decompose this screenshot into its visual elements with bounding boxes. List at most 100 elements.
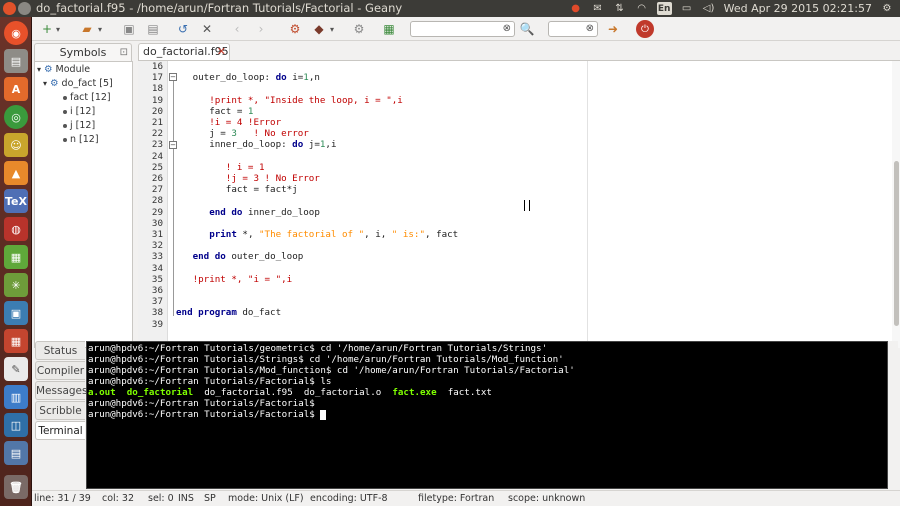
tab-compiler[interactable]: Compiler bbox=[35, 361, 85, 380]
tree-node-variable[interactable]: j [12] bbox=[63, 120, 95, 131]
code-line: j = 3 ! No error bbox=[176, 128, 309, 140]
code-line: end do inner_do_loop bbox=[209, 206, 320, 218]
module-icon: ⚙ bbox=[44, 64, 53, 75]
gimp-icon[interactable]: ☺ bbox=[4, 133, 28, 157]
status-scope: scope: unknown bbox=[508, 493, 586, 504]
color-chooser-icon[interactable]: ▦ bbox=[380, 20, 398, 38]
save-all-icon[interactable]: ▤ bbox=[144, 20, 162, 38]
dash-home-icon[interactable]: ◉ bbox=[4, 21, 28, 45]
texmaker-icon[interactable]: TeX bbox=[4, 189, 28, 213]
file-do-factorial: do_factorial bbox=[126, 387, 194, 398]
window-title: do_factorial.f95 - /home/arun/Fortran Tu… bbox=[36, 1, 403, 15]
search-icon[interactable]: 🔍 bbox=[518, 20, 536, 38]
calendar-icon[interactable]: ▦ bbox=[4, 329, 28, 353]
goto-line-input[interactable]: ⊗ bbox=[548, 21, 598, 37]
terminal[interactable]: arun@hpdv6:~/Fortran Tutorials/geometric… bbox=[86, 341, 888, 489]
close-tab-icon[interactable]: ✕ bbox=[217, 44, 226, 60]
editor-scroll-thumb[interactable] bbox=[894, 161, 899, 326]
open-dropdown-icon[interactable]: ▾ bbox=[96, 20, 104, 38]
virtualbox-icon[interactable]: ▣ bbox=[4, 301, 28, 325]
battery-icon[interactable]: ▭ bbox=[680, 3, 694, 15]
variable-icon bbox=[63, 95, 67, 100]
code-line: !print *, "Inside the loop, i = ",i bbox=[209, 94, 403, 106]
line-number: 33 bbox=[151, 251, 163, 263]
sidebar: Symbols ⊡ ▾ ⚙ Module ▾ ⚙ do_fact [5] fac… bbox=[32, 41, 135, 348]
minimize-window-button[interactable] bbox=[18, 2, 31, 15]
compile-icon[interactable]: ⚙ bbox=[286, 20, 304, 38]
terminal-scrollbar[interactable] bbox=[888, 341, 898, 489]
mail-icon[interactable]: ✉ bbox=[591, 3, 605, 15]
terminal-line: arun@hpdv6:~/Fortran Tutorials/Factorial… bbox=[88, 398, 315, 409]
tree-node-module[interactable]: ▾ ⚙ Module bbox=[37, 64, 90, 75]
new-dropdown-icon[interactable]: ▾ bbox=[54, 20, 62, 38]
trash-icon[interactable]: 🗑 bbox=[4, 475, 28, 499]
transfer-icon[interactable]: ⇅ bbox=[613, 3, 627, 15]
back-icon[interactable]: ‹ bbox=[228, 20, 246, 38]
text-cursor bbox=[524, 200, 530, 211]
screenshot-icon[interactable]: ▤ bbox=[4, 441, 28, 465]
wifi-icon[interactable]: ◠ bbox=[635, 3, 649, 15]
terminal-ls-output: a.out do_factorial do_factorial.f95 do_f… bbox=[88, 387, 492, 398]
run-icon[interactable]: ⚙ bbox=[350, 20, 368, 38]
status-ins: INS bbox=[178, 493, 194, 504]
keyboard-layout-indicator[interactable]: En bbox=[656, 2, 672, 15]
line-number: 20 bbox=[151, 105, 163, 117]
tab-messages[interactable]: Messages bbox=[35, 381, 88, 400]
search-input[interactable]: ⊗ bbox=[410, 21, 515, 37]
clock[interactable]: Wed Apr 29 2015 02:21:57 bbox=[724, 2, 872, 15]
line-number: 30 bbox=[151, 217, 163, 229]
settings-gear-icon[interactable]: ⚙ bbox=[880, 3, 894, 15]
tree-node-variable[interactable]: n [12] bbox=[63, 134, 99, 145]
text-editor-icon[interactable]: ✎ bbox=[4, 357, 28, 381]
close-window-button[interactable] bbox=[3, 2, 16, 15]
tree-node-variable[interactable]: fact [12] bbox=[63, 92, 111, 103]
vlc-icon[interactable]: ▲ bbox=[4, 161, 28, 185]
tab-scribble[interactable]: Scribble bbox=[35, 401, 85, 420]
revert-icon[interactable]: ↺ bbox=[174, 20, 192, 38]
tab-status[interactable]: Status bbox=[35, 341, 85, 360]
line-number: 17 bbox=[151, 72, 163, 84]
save-icon[interactable]: ▣ bbox=[120, 20, 138, 38]
forward-icon[interactable]: › bbox=[252, 20, 270, 38]
line-number: 25 bbox=[151, 161, 163, 173]
tab-do-factorial[interactable]: do_factorial.f95 ✕ bbox=[138, 43, 230, 60]
record-icon[interactable]: ● bbox=[569, 3, 583, 15]
status-sp: SP bbox=[204, 493, 216, 504]
tab-symbols-label: Symbols bbox=[59, 46, 107, 59]
expand-arrow-icon[interactable]: ▾ bbox=[37, 65, 41, 74]
quit-icon[interactable]: ⏻ bbox=[636, 20, 654, 38]
files-icon[interactable]: ▤ bbox=[4, 49, 28, 73]
build-icon[interactable]: ◆ bbox=[310, 20, 328, 38]
tab-symbols[interactable]: Symbols ⊡ bbox=[34, 43, 132, 61]
editor-scrollbar[interactable] bbox=[892, 61, 900, 348]
app-red-icon[interactable]: ◍ bbox=[4, 217, 28, 241]
chrome-icon[interactable]: ◎ bbox=[4, 105, 28, 129]
terminal-line: arun@hpdv6:~/Fortran Tutorials/geometric… bbox=[88, 343, 548, 354]
terminal-app-icon[interactable]: A bbox=[4, 77, 28, 101]
code-editor[interactable]: 16 17 18 19 20 21 22 23 24 25 26 27 28 29 30 31 32 33 34 35… bbox=[138, 60, 900, 348]
status-line: line: 31 / 39 bbox=[34, 493, 91, 504]
goto-line-icon[interactable]: ➜ bbox=[604, 20, 622, 38]
clear-search-icon[interactable]: ⊗ bbox=[503, 23, 511, 34]
monitor-icon[interactable]: ◫ bbox=[4, 413, 28, 437]
status-mode: mode: Unix (LF) bbox=[228, 493, 304, 504]
tab-terminal[interactable]: Terminal bbox=[35, 421, 85, 440]
volume-icon[interactable]: ◁) bbox=[702, 3, 716, 15]
terminal-line: arun@hpdv6:~/Fortran Tutorials/Strings$ … bbox=[88, 354, 564, 365]
line-number: 22 bbox=[151, 128, 163, 140]
expand-arrow-icon[interactable]: ▾ bbox=[43, 79, 47, 88]
file-a-out: a.out bbox=[88, 387, 116, 398]
sidebar-menu-icon[interactable]: ⊡ bbox=[120, 44, 128, 61]
geany-window: + ▾ ▰ ▾ ▣ ▤ ↺ ✕ ‹ › ⚙ ◆ ▾ ⚙ ▦ ⊗ 🔍 ⊗ ➜ ⏻ … bbox=[32, 17, 900, 506]
build-dropdown-icon[interactable]: ▾ bbox=[328, 20, 336, 38]
octave-icon[interactable]: ✳ bbox=[4, 273, 28, 297]
app-green-icon[interactable]: ▦ bbox=[4, 245, 28, 269]
line-number: 35 bbox=[151, 273, 163, 285]
open-file-icon[interactable]: ▰ bbox=[78, 20, 96, 38]
libreoffice-icon[interactable]: ▥ bbox=[4, 385, 28, 409]
tree-node-variable[interactable]: i [12] bbox=[63, 106, 95, 117]
clear-goto-icon[interactable]: ⊗ bbox=[586, 23, 594, 34]
variable-icon bbox=[63, 109, 67, 114]
close-file-icon[interactable]: ✕ bbox=[198, 20, 216, 38]
tree-node-do-fact[interactable]: ▾ ⚙ do_fact [5] bbox=[43, 78, 113, 89]
